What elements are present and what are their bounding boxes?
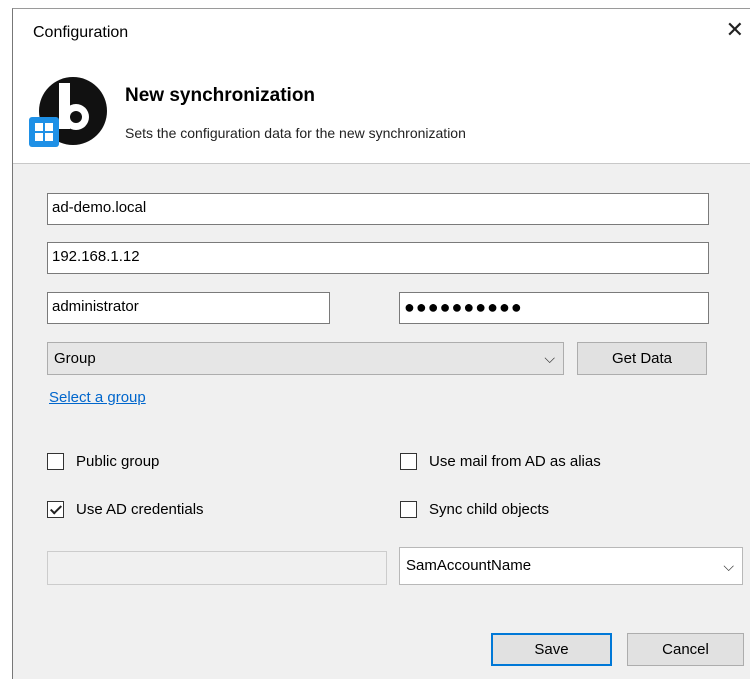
use-ad-credentials-checkbox[interactable]: Use AD credentials <box>47 501 204 518</box>
public-group-label: Public group <box>76 453 160 470</box>
server-field[interactable]: 192.168.1.12 <box>47 242 709 274</box>
checkbox-box[interactable] <box>47 453 64 470</box>
domain-field[interactable]: ad-demo.local <box>47 193 709 225</box>
chevron-down-icon: ⌵ <box>544 350 555 366</box>
get-data-button[interactable]: Get Data <box>577 342 707 375</box>
cancel-button[interactable]: Cancel <box>627 633 744 666</box>
header-title: New synchronization <box>125 85 316 106</box>
disabled-input <box>47 551 387 585</box>
save-button[interactable]: Save <box>491 633 612 666</box>
password-field[interactable]: ●●●●●●●●●● <box>399 292 709 324</box>
use-mail-alias-label: Use mail from AD as alias <box>429 453 601 470</box>
group-select[interactable]: Group ⌵ <box>47 342 564 375</box>
attribute-select[interactable]: SamAccountName ⌵ <box>399 547 743 585</box>
title-bar: Configuration ✕ <box>13 9 750 53</box>
sync-child-objects-checkbox[interactable]: Sync child objects <box>400 501 549 518</box>
checkbox-box-checked[interactable] <box>47 501 64 518</box>
group-select-value: Group <box>54 350 96 367</box>
window-title: Configuration <box>33 24 129 41</box>
use-ad-credentials-label: Use AD credentials <box>76 501 204 518</box>
sync-child-objects-label: Sync child objects <box>429 501 550 518</box>
configuration-dialog: Configuration ✕ New synchronization Sets… <box>12 8 750 679</box>
use-mail-alias-checkbox[interactable]: Use mail from AD as alias <box>400 453 601 470</box>
header-subtitle: Sets the configuration data for the new … <box>125 125 466 141</box>
public-group-checkbox[interactable]: Public group <box>47 453 159 470</box>
background-window-strip <box>0 0 750 8</box>
close-icon[interactable]: ✕ <box>726 19 744 41</box>
dialog-header: New synchronization Sets the configurati… <box>13 53 750 164</box>
checkbox-box[interactable] <box>400 501 417 518</box>
chevron-down-icon: ⌵ <box>723 558 734 574</box>
attribute-select-value: SamAccountName <box>406 557 532 574</box>
checkbox-box[interactable] <box>400 453 417 470</box>
select-group-link[interactable]: Select a group <box>49 389 146 406</box>
b-sync-windows-logo-icon <box>29 77 107 147</box>
username-field[interactable]: administrator <box>47 292 330 324</box>
